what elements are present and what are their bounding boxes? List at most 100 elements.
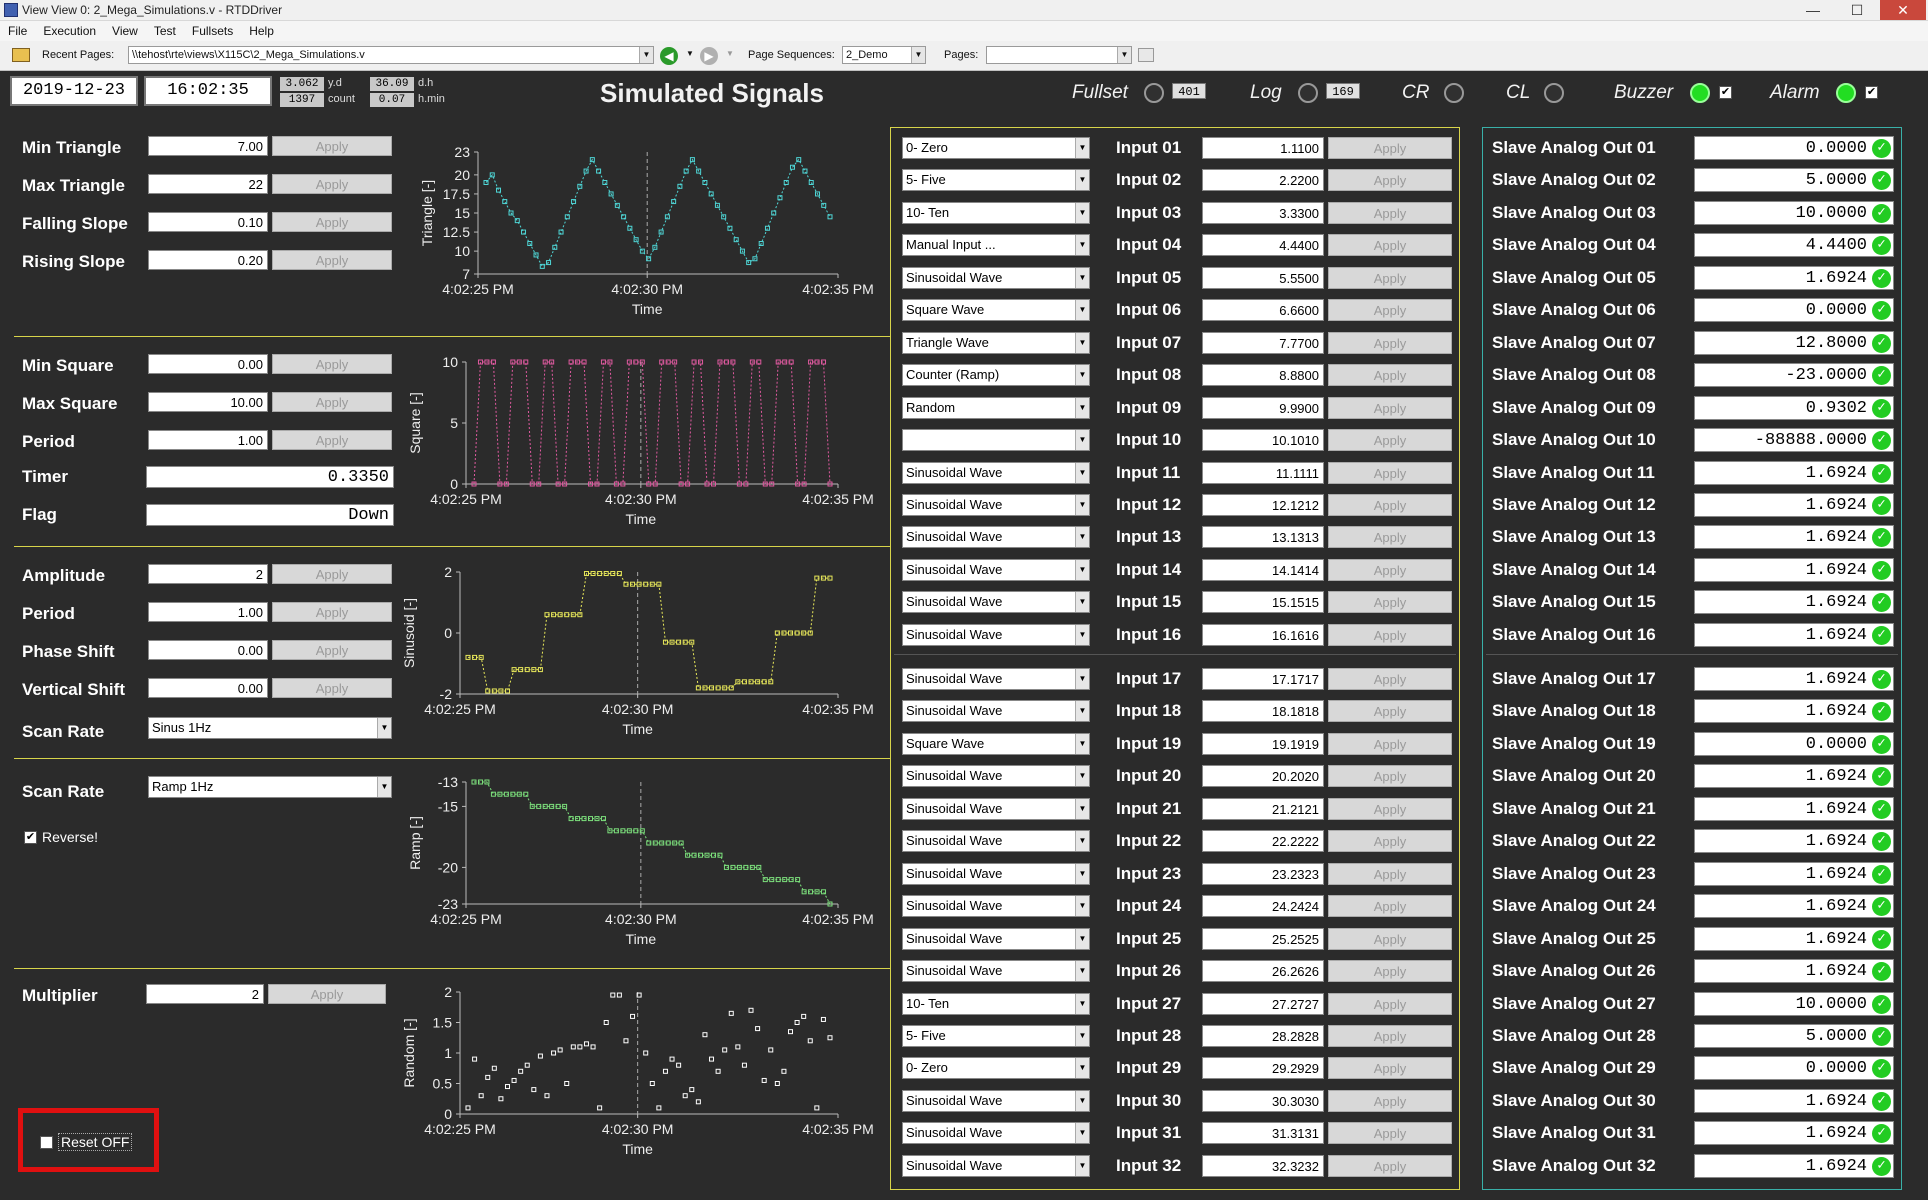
input-apply-button[interactable]: Apply <box>1328 993 1452 1015</box>
input-mode-dropdown[interactable]: Sinusoidal Wave ▼ <box>902 798 1090 820</box>
input-mode-dropdown[interactable]: Random ▼ <box>902 397 1090 419</box>
input-mode-dropdown[interactable]: Sinusoidal Wave ▼ <box>902 830 1090 852</box>
input-mode-dropdown[interactable]: Sinusoidal Wave ▼ <box>902 267 1090 289</box>
input-apply-button[interactable]: Apply <box>1328 895 1452 917</box>
close-button[interactable]: ✕ <box>1880 0 1926 20</box>
alarm-checkbox[interactable]: ✔ <box>1865 86 1878 99</box>
input-value-field[interactable]: 11.1111 <box>1202 462 1324 484</box>
input-mode-dropdown[interactable]: 5- Five ▼ <box>902 1025 1090 1047</box>
input-mode-dropdown[interactable]: Sinusoidal Wave ▼ <box>902 928 1090 950</box>
input-mode-dropdown[interactable]: Sinusoidal Wave ▼ <box>902 895 1090 917</box>
input-value-field[interactable]: 29.2929 <box>1202 1057 1324 1079</box>
input-apply-button[interactable]: Apply <box>1328 700 1452 722</box>
input-value-field[interactable]: 14.1414 <box>1202 559 1324 581</box>
input-value-field[interactable]: 32.3232 <box>1202 1155 1324 1177</box>
input-apply-button[interactable]: Apply <box>1328 267 1452 289</box>
triangle-field-input[interactable]: 22 <box>148 174 268 194</box>
input-mode-dropdown[interactable]: Sinusoidal Wave ▼ <box>902 462 1090 484</box>
input-value-field[interactable]: 25.2525 <box>1202 928 1324 950</box>
input-apply-button[interactable]: Apply <box>1328 1057 1452 1079</box>
sinus-field-input[interactable]: 2 <box>148 564 268 584</box>
input-mode-dropdown[interactable]: Sinusoidal Wave ▼ <box>902 1122 1090 1144</box>
sinus-field-input[interactable]: 1.00 <box>148 602 268 622</box>
input-value-field[interactable]: 6.6600 <box>1202 299 1324 321</box>
input-mode-dropdown[interactable]: Sinusoidal Wave ▼ <box>902 1155 1090 1177</box>
input-mode-dropdown[interactable]: Square Wave ▼ <box>902 733 1090 755</box>
input-mode-dropdown[interactable]: Sinusoidal Wave ▼ <box>902 668 1090 690</box>
square-apply-button[interactable]: Apply <box>272 430 392 450</box>
input-apply-button[interactable]: Apply <box>1328 364 1452 386</box>
input-apply-button[interactable]: Apply <box>1328 332 1452 354</box>
input-apply-button[interactable]: Apply <box>1328 1025 1452 1047</box>
input-value-field[interactable]: 20.2020 <box>1202 765 1324 787</box>
input-mode-dropdown[interactable]: Sinusoidal Wave ▼ <box>902 559 1090 581</box>
input-value-field[interactable]: 10.1010 <box>1202 429 1324 451</box>
input-mode-dropdown[interactable]: Triangle Wave ▼ <box>902 332 1090 354</box>
input-apply-button[interactable]: Apply <box>1328 798 1452 820</box>
input-apply-button[interactable]: Apply <box>1328 830 1452 852</box>
sinus-apply-button[interactable]: Apply <box>272 640 392 660</box>
square-field-input[interactable]: 1.00 <box>148 430 268 450</box>
input-value-field[interactable]: 3.3300 <box>1202 202 1324 224</box>
sinus-apply-button[interactable]: Apply <box>272 564 392 584</box>
input-mode-dropdown[interactable]: Sinusoidal Wave ▼ <box>902 863 1090 885</box>
input-value-field[interactable]: 1.1100 <box>1202 137 1324 159</box>
sinus-apply-button[interactable]: Apply <box>272 602 392 622</box>
input-mode-dropdown[interactable]: Sinusoidal Wave ▼ <box>902 591 1090 613</box>
input-apply-button[interactable]: Apply <box>1328 733 1452 755</box>
input-mode-dropdown[interactable]: 0- Zero ▼ <box>902 1057 1090 1079</box>
input-apply-button[interactable]: Apply <box>1328 202 1452 224</box>
triangle-apply-button[interactable]: Apply <box>272 212 392 232</box>
input-value-field[interactable]: 30.3030 <box>1202 1090 1324 1112</box>
input-mode-dropdown[interactable]: 10- Ten ▼ <box>902 202 1090 224</box>
input-mode-dropdown[interactable]: Sinusoidal Wave ▼ <box>902 526 1090 548</box>
input-mode-dropdown[interactable]: Sinusoidal Wave ▼ <box>902 765 1090 787</box>
input-value-field[interactable]: 31.3131 <box>1202 1122 1324 1144</box>
buzzer-checkbox[interactable]: ✔ <box>1719 86 1732 99</box>
input-mode-dropdown[interactable]: 5- Five ▼ <box>902 169 1090 191</box>
input-mode-dropdown[interactable]: ▼ <box>902 429 1090 451</box>
triangle-field-input[interactable]: 0.20 <box>148 250 268 270</box>
input-value-field[interactable]: 19.1919 <box>1202 733 1324 755</box>
square-apply-button[interactable]: Apply <box>272 392 392 412</box>
input-apply-button[interactable]: Apply <box>1328 1155 1452 1177</box>
input-apply-button[interactable]: Apply <box>1328 169 1452 191</box>
input-value-field[interactable]: 21.2121 <box>1202 798 1324 820</box>
input-value-field[interactable]: 2.2200 <box>1202 169 1324 191</box>
pages-dropdown[interactable]: ▼ <box>986 46 1132 64</box>
input-value-field[interactable]: 24.2424 <box>1202 895 1324 917</box>
input-value-field[interactable]: 12.1212 <box>1202 494 1324 516</box>
input-value-field[interactable]: 28.2828 <box>1202 1025 1324 1047</box>
input-apply-button[interactable]: Apply <box>1328 668 1452 690</box>
maximize-button[interactable]: ☐ <box>1836 0 1878 20</box>
input-apply-button[interactable]: Apply <box>1328 1090 1452 1112</box>
input-value-field[interactable]: 16.1616 <box>1202 624 1324 646</box>
input-value-field[interactable]: 22.2222 <box>1202 830 1324 852</box>
square-field-input[interactable]: 10.00 <box>148 392 268 412</box>
square-field-input[interactable]: 0.00 <box>148 354 268 374</box>
input-value-field[interactable]: 27.2727 <box>1202 993 1324 1015</box>
input-mode-dropdown[interactable]: 10- Ten ▼ <box>902 993 1090 1015</box>
input-value-field[interactable]: 4.4400 <box>1202 234 1324 256</box>
input-mode-dropdown[interactable]: Square Wave ▼ <box>902 299 1090 321</box>
input-apply-button[interactable]: Apply <box>1328 559 1452 581</box>
input-apply-button[interactable]: Apply <box>1328 137 1452 159</box>
input-apply-button[interactable]: Apply <box>1328 1122 1452 1144</box>
input-mode-dropdown[interactable]: Sinusoidal Wave ▼ <box>902 960 1090 982</box>
input-value-field[interactable]: 18.1818 <box>1202 700 1324 722</box>
input-value-field[interactable]: 15.1515 <box>1202 591 1324 613</box>
input-apply-button[interactable]: Apply <box>1328 234 1452 256</box>
sinus-apply-button[interactable]: Apply <box>272 678 392 698</box>
input-value-field[interactable]: 13.1313 <box>1202 526 1324 548</box>
input-value-field[interactable]: 7.7700 <box>1202 332 1324 354</box>
triangle-apply-button[interactable]: Apply <box>272 136 392 156</box>
input-apply-button[interactable]: Apply <box>1328 526 1452 548</box>
input-value-field[interactable]: 5.5500 <box>1202 267 1324 289</box>
input-apply-button[interactable]: Apply <box>1328 494 1452 516</box>
input-apply-button[interactable]: Apply <box>1328 462 1452 484</box>
input-mode-dropdown[interactable]: Sinusoidal Wave ▼ <box>902 700 1090 722</box>
page-preview-icon[interactable] <box>1138 48 1154 62</box>
input-mode-dropdown[interactable]: Manual Input ... ▼ <box>902 234 1090 256</box>
input-mode-dropdown[interactable]: Sinusoidal Wave ▼ <box>902 1090 1090 1112</box>
sinus-field-input[interactable]: 0.00 <box>148 640 268 660</box>
